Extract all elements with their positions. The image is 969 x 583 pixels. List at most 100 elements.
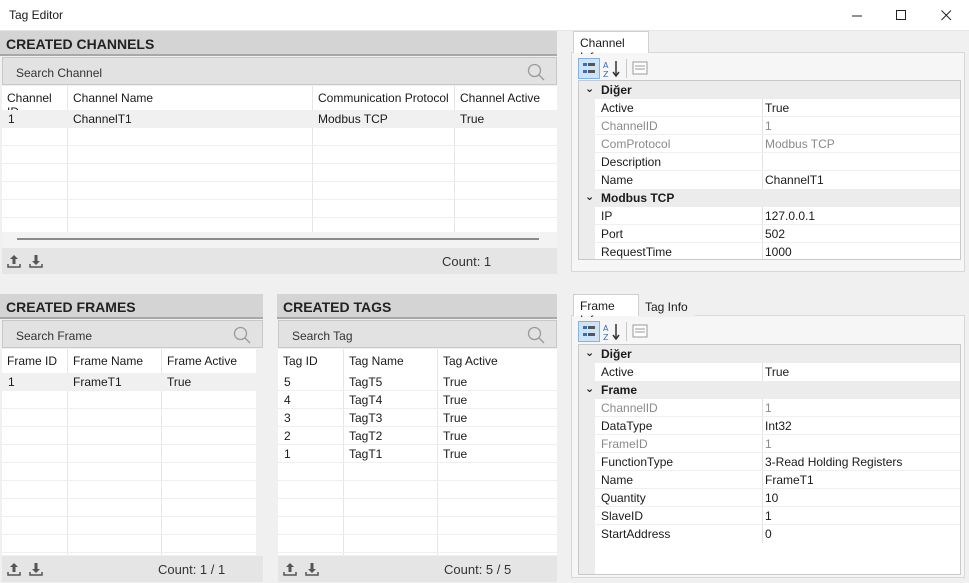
minimize-button[interactable] <box>834 0 880 31</box>
property-row[interactable]: DataType Int32 <box>579 417 960 435</box>
category-row[interactable]: ⌄ Frame <box>579 381 960 399</box>
chevron-down-icon[interactable]: ⌄ <box>585 382 594 395</box>
property-name: SlaveID <box>601 509 644 523</box>
property-value[interactable]: 3-Read Holding Registers <box>765 455 902 469</box>
property-value[interactable]: 1 <box>765 509 772 523</box>
table-row[interactable]: 3 TagT3 True <box>278 409 557 427</box>
property-row[interactable]: FunctionType 3-Read Holding Registers <box>579 453 960 471</box>
frames-table[interactable]: Frame ID Frame Name Frame Active 1 Frame… <box>2 349 256 555</box>
categorized-button[interactable] <box>578 58 600 79</box>
table-row[interactable]: 4 TagT4 True <box>278 391 557 409</box>
categorized-button[interactable] <box>578 321 600 342</box>
download-icon[interactable] <box>304 561 320 577</box>
property-value[interactable]: True <box>765 101 789 115</box>
horizontal-scrollbar[interactable] <box>2 232 557 248</box>
property-row[interactable]: Quantity 10 <box>579 489 960 507</box>
column-header[interactable]: Channel ID <box>2 86 68 119</box>
property-row[interactable]: IP 127.0.0.1 <box>579 207 960 225</box>
column-header[interactable]: Tag Active <box>438 349 557 373</box>
table-row[interactable]: 1 ChannelT1 Modbus TCP True <box>2 110 557 128</box>
table-row[interactable]: 5 TagT5 True <box>278 373 557 391</box>
property-value[interactable]: ChannelT1 <box>765 173 824 187</box>
table-row[interactable]: 1 TagT1 True <box>278 445 557 463</box>
column-header[interactable]: Channel Active <box>455 86 557 110</box>
property-name: Port <box>601 227 624 241</box>
maximize-button[interactable] <box>878 0 924 31</box>
alphabetical-button[interactable]: AZ <box>602 58 622 79</box>
chevron-down-icon[interactable]: ⌄ <box>585 190 594 203</box>
column-header[interactable]: Communication Protocol <box>313 86 455 110</box>
property-name: ComProtocol <box>601 137 671 151</box>
column-header[interactable]: Frame Active <box>162 349 256 373</box>
search-icon[interactable] <box>527 63 545 81</box>
property-value: Modbus TCP <box>765 137 835 151</box>
chevron-down-icon[interactable]: ⌄ <box>585 82 594 95</box>
table-header: Tag ID Tag Name Tag Active <box>278 349 557 373</box>
category-label: Frame <box>601 383 638 397</box>
tag-search-input[interactable]: Search Tag <box>278 320 557 348</box>
category-row[interactable]: ⌄ Modbus TCP <box>579 189 960 207</box>
frame-search-input[interactable]: Search Frame <box>2 320 263 348</box>
tab-channel-info[interactable]: Channel Info <box>573 31 649 64</box>
column-header[interactable]: Frame ID <box>2 349 68 373</box>
close-button[interactable] <box>923 0 969 31</box>
chevron-down-icon[interactable]: ⌄ <box>585 346 594 359</box>
property-row[interactable]: FrameID 1 <box>579 435 960 453</box>
category-row[interactable]: ⌄ Diğer <box>579 345 960 363</box>
property-value[interactable]: True <box>765 365 789 379</box>
category-row[interactable]: ⌄ Diğer <box>579 81 960 99</box>
column-header[interactable]: Channel Name <box>68 86 313 110</box>
property-value[interactable]: 0 <box>765 527 772 541</box>
table-header: Frame ID Frame Name Frame Active <box>2 349 256 373</box>
cell-tag-active: True <box>443 447 468 461</box>
table-row[interactable]: 1 FrameT1 True <box>2 373 256 391</box>
cell-active: True <box>460 112 485 126</box>
tags-footer: Count: 5 / 5 <box>278 556 557 582</box>
property-row[interactable]: ComProtocol Modbus TCP <box>579 135 960 153</box>
tags-header: CREATED TAGS <box>277 294 557 319</box>
property-name: RequestTime <box>601 245 672 259</box>
property-row[interactable]: ChannelID 1 <box>579 399 960 417</box>
category-label: Diğer <box>601 347 632 361</box>
upload-icon[interactable] <box>6 253 22 269</box>
property-value[interactable]: 502 <box>765 227 785 241</box>
tags-table[interactable]: Tag ID Tag Name Tag Active 5 TagT5 True … <box>278 349 557 555</box>
property-name: FrameID <box>601 437 648 451</box>
property-value[interactable]: 127.0.0.1 <box>765 209 815 223</box>
column-header[interactable]: Tag ID <box>278 349 344 373</box>
property-value[interactable]: 1000 <box>765 245 792 259</box>
table-row[interactable]: 2 TagT2 True <box>278 427 557 445</box>
upload-icon[interactable] <box>6 561 22 577</box>
property-row[interactable]: Name FrameT1 <box>579 471 960 489</box>
column-header[interactable]: Tag Name <box>344 349 438 373</box>
frame-info-grid[interactable]: ⌄ Diğer Active True ⌄ Frame ChannelID 1 Da… <box>578 344 961 575</box>
property-value[interactable]: 10 <box>765 491 778 505</box>
channel-search-input[interactable]: Search Channel <box>2 57 557 85</box>
upload-icon[interactable] <box>282 561 298 577</box>
property-row[interactable]: SlaveID 1 <box>579 507 960 525</box>
search-icon[interactable] <box>233 326 251 344</box>
property-pages-button[interactable] <box>631 322 651 341</box>
property-row[interactable]: Description <box>579 153 960 171</box>
property-row[interactable]: Port 502 <box>579 225 960 243</box>
property-name: DataType <box>601 419 653 433</box>
property-row[interactable]: Active True <box>579 363 960 381</box>
search-icon[interactable] <box>527 326 545 344</box>
property-row[interactable]: RequestTime 1000 <box>579 243 960 259</box>
channels-table[interactable]: Channel ID Channel Name Communication Pr… <box>2 86 557 232</box>
frames-footer: Count: 1 / 1 <box>2 556 263 582</box>
property-row[interactable]: Name ChannelT1 <box>579 171 960 189</box>
property-row[interactable]: ChannelID 1 <box>579 117 960 135</box>
channel-info-grid[interactable]: ⌄ Diğer Active True ChannelID 1 ComProtoco… <box>578 80 961 260</box>
property-row[interactable]: StartAddress 0 <box>579 525 960 543</box>
property-pages-button[interactable] <box>631 59 651 78</box>
tab-frame-info[interactable]: Frame Info <box>573 294 639 327</box>
property-row[interactable]: Active True <box>579 99 960 117</box>
property-value[interactable]: Int32 <box>765 419 792 433</box>
tab-tag-info[interactable]: Tag Info <box>639 296 695 318</box>
download-icon[interactable] <box>28 253 44 269</box>
property-value[interactable]: FrameT1 <box>765 473 814 487</box>
alphabetical-button[interactable]: AZ <box>602 321 622 342</box>
download-icon[interactable] <box>28 561 44 577</box>
column-header[interactable]: Frame Name <box>68 349 162 373</box>
